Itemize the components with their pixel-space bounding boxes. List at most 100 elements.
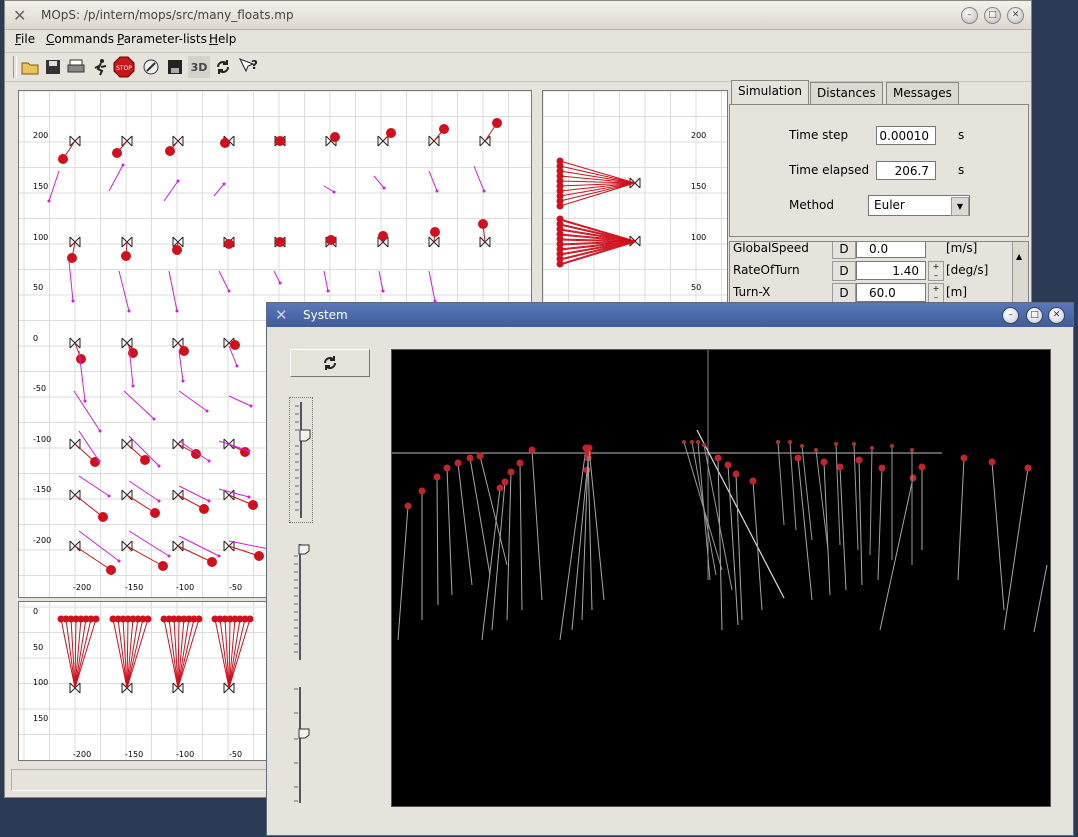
param-scrollbar[interactable]: ▲ [1012, 242, 1028, 306]
front-y-tick: 50 [33, 643, 44, 652]
float-marker [814, 448, 818, 452]
3d-view[interactable] [391, 349, 1051, 807]
float-marker [909, 474, 917, 482]
menu-commands[interactable]: Commands [46, 32, 114, 46]
mooring-line [177, 618, 195, 689]
float-marker [776, 440, 780, 444]
vector-head [435, 189, 439, 193]
stop-icon[interactable]: STOP [113, 56, 135, 78]
open-folder-icon[interactable] [19, 56, 41, 78]
refresh-icon[interactable] [212, 56, 234, 78]
param-d-button[interactable]: D [832, 261, 856, 281]
close-button[interactable]: ✕ [1048, 307, 1065, 324]
time-step-input[interactable]: 0.00010 [876, 126, 936, 145]
float-marker [732, 470, 740, 478]
param-value[interactable]: 0.0 [856, 242, 926, 258]
maximize-button[interactable]: □ [1026, 307, 1043, 324]
mooring-line [877, 467, 883, 581]
maximize-button[interactable]: □ [984, 7, 1001, 24]
mooring-line [823, 461, 831, 596]
slider-1[interactable] [289, 397, 313, 523]
float-marker [275, 136, 285, 146]
float-marker [855, 456, 863, 464]
run-icon[interactable] [89, 56, 111, 78]
float-marker [98, 512, 108, 522]
mooring-line [228, 618, 246, 689]
param-value[interactable]: 60.0 [856, 283, 926, 302]
float-marker [702, 443, 706, 447]
system-titlebar[interactable]: ✕ System – □ ✕ [267, 303, 1073, 327]
mooring-line [735, 473, 743, 621]
float-marker [492, 118, 502, 128]
param-unit: [m/s] [946, 241, 978, 255]
float-marker [476, 452, 484, 460]
float-marker [507, 468, 515, 476]
plan-y-tick: -50 [33, 384, 47, 393]
menu-parameter-lists[interactable]: Parameter-lists [117, 32, 207, 46]
float-marker [404, 502, 412, 510]
minimize-button[interactable]: – [961, 7, 978, 24]
minimize-button[interactable]: – [1002, 307, 1019, 324]
float-marker [386, 128, 396, 138]
plan-x-tick: -150 [125, 583, 144, 592]
vector-head [247, 449, 251, 453]
vector-head [152, 417, 156, 421]
float-marker [585, 444, 593, 452]
param-value[interactable]: 1.40 [856, 261, 926, 280]
param-d-button[interactable]: D [832, 283, 856, 303]
float-marker [443, 464, 451, 472]
float-marker [220, 138, 230, 148]
save-icon[interactable] [42, 56, 64, 78]
time-elapsed-field[interactable]: 206.7 [876, 161, 936, 180]
print-icon[interactable] [65, 56, 87, 78]
3d-icon[interactable]: 3D [188, 56, 210, 78]
mooring-line [65, 618, 76, 689]
current-vector [163, 180, 179, 202]
current-vector [373, 175, 385, 189]
main-titlebar[interactable]: ✕ MOpS: /p/intern/mops/src/many_floats.m… [5, 1, 1031, 30]
window-title: MOpS: /p/intern/mops/src/many_floats.mp [41, 8, 294, 22]
float-marker [378, 231, 388, 241]
vector-head [83, 399, 87, 403]
plan-y-tick: 150 [33, 182, 49, 191]
side-view[interactable]: 200 150 100 50 [542, 90, 728, 306]
side-y-tick: 200 [691, 131, 707, 140]
param-stepper[interactable]: + – [928, 261, 944, 281]
vector-head [207, 499, 211, 503]
vector-head [107, 494, 111, 498]
float-marker [690, 440, 694, 444]
disk-icon[interactable] [164, 56, 186, 78]
front-view[interactable]: 0 50 100 150 -200 -150 -100 -50 [18, 601, 280, 761]
param-d-button[interactable]: D [832, 242, 856, 259]
tab-simulation[interactable]: Simulation [731, 80, 809, 105]
help-icon[interactable]: ? [236, 56, 258, 78]
method-select[interactable]: Euler ▼ [868, 195, 970, 216]
reset-view-button[interactable] [290, 349, 370, 377]
slider-2-track [294, 544, 310, 660]
refresh-icon [324, 356, 336, 370]
mooring-line [397, 505, 409, 641]
param-stepper[interactable]: + – [928, 283, 944, 303]
float-marker [144, 615, 152, 623]
tab-messages[interactable]: Messages [886, 82, 959, 105]
param-row: Turn-X D 60.0 + – [m] [730, 282, 1010, 304]
current-vector [118, 270, 130, 312]
float-marker [76, 354, 86, 364]
slider-3[interactable] [289, 683, 311, 807]
slider-2[interactable] [289, 540, 311, 664]
scroll-up-icon[interactable]: ▲ [1016, 252, 1022, 261]
side-y-tick: 150 [691, 182, 707, 191]
close-button[interactable]: ✕ [1007, 7, 1024, 24]
param-unit: [deg/s] [946, 263, 989, 277]
mooring-line [74, 494, 104, 518]
chevron-down-icon[interactable]: ▼ [951, 197, 969, 216]
time-step-unit: s [958, 128, 965, 142]
float-marker [682, 440, 686, 444]
float-marker [794, 454, 802, 462]
menu-help[interactable]: Help [209, 32, 236, 46]
tab-distances[interactable]: Distances [810, 82, 883, 105]
brush-icon[interactable] [140, 56, 162, 78]
mooring-line [436, 476, 439, 606]
menu-file[interactable]: File [15, 32, 35, 46]
time-step-label: Time step [789, 128, 849, 142]
